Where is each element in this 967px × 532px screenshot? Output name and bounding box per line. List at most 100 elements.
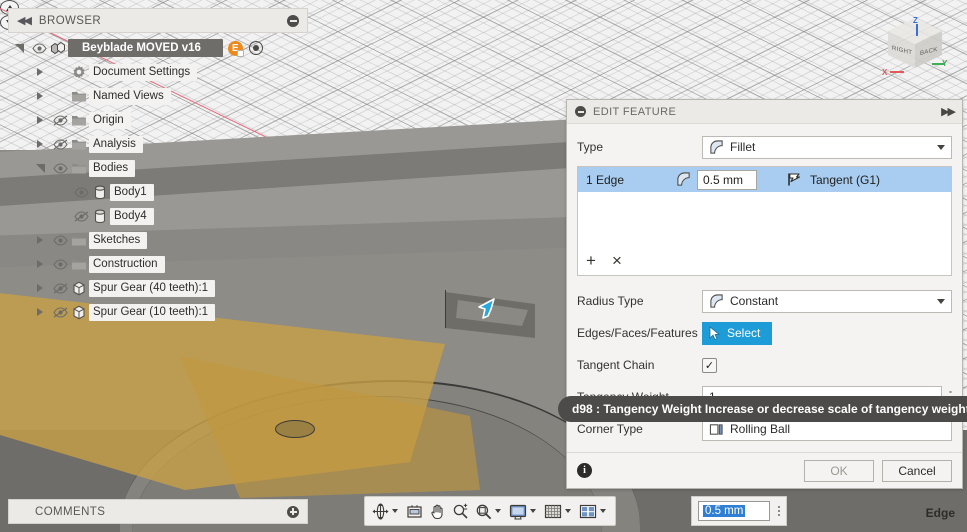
display-settings-icon[interactable] — [506, 498, 541, 524]
viewcube-z-axis-line — [916, 24, 918, 36]
radius-type-label: Radius Type — [577, 294, 644, 308]
remove-edge-button[interactable]: × — [612, 252, 622, 269]
edge-radius-group[interactable]: 0.5 mm — [676, 169, 757, 190]
double-right-chevron-icon[interactable]: ▶▶ — [941, 105, 956, 118]
chevron-right-icon[interactable] — [29, 116, 51, 124]
tree-item-label: Sketches — [89, 231, 148, 249]
edge-radius-input[interactable]: 0.5 mm — [697, 169, 757, 190]
edge-list-item[interactable]: 1 Edge 0.5 mm Tangent (G1) — [578, 167, 951, 192]
zoom-window-caret-icon[interactable] — [495, 509, 501, 513]
comments-panel-header[interactable]: COMMENTS — [8, 499, 308, 524]
tree-item-named-views[interactable]: Named Views — [8, 84, 308, 108]
tree-item-analysis[interactable]: Analysis — [8, 132, 308, 156]
select-button-label: Select — [727, 326, 761, 340]
tree-item-beyblade-moved-v16[interactable]: Beyblade MOVED v16 E — [8, 36, 308, 60]
eye-icon[interactable] — [51, 162, 69, 174]
browser-title: BROWSER — [38, 14, 102, 27]
ok-button[interactable]: OK — [804, 459, 874, 482]
tree-item-body1[interactable]: Body1 — [8, 180, 308, 204]
edge-selection-list[interactable]: 1 Edge 0.5 mm Tangent (G1) + × — [577, 166, 952, 276]
tree-item-spur-gear-10-teeth-1[interactable]: Spur Gear (10 teeth):1 — [8, 300, 308, 324]
dimension-input[interactable]: 0.5 mm — [698, 501, 770, 521]
model-hole — [275, 420, 315, 438]
edge-continuity-value: Tangent (G1) — [810, 172, 881, 187]
minus-circle-icon[interactable] — [575, 106, 586, 117]
tree-item-spur-gear-40-teeth-1[interactable]: Spur Gear (40 teeth):1 — [8, 276, 308, 300]
look-at-icon[interactable] — [403, 498, 426, 524]
tree-item-bodies[interactable]: Bodies — [8, 156, 308, 180]
fillet-icon — [677, 172, 690, 186]
orbit-caret-icon[interactable] — [392, 509, 398, 513]
eye-off-icon[interactable] — [51, 306, 69, 318]
selection-row: Edges/Faces/Features Select — [577, 318, 952, 348]
type-value: Fillet — [730, 140, 756, 154]
cancel-button[interactable]: Cancel — [882, 459, 952, 482]
eye-off-icon[interactable] — [51, 114, 69, 126]
eye-icon[interactable] — [51, 258, 69, 270]
tree-item-label: Body1 — [110, 183, 154, 201]
rolling-ball-icon — [709, 423, 723, 435]
chevron-down-icon[interactable] — [8, 43, 30, 53]
browser-panel-header[interactable]: ◀◀ BROWSER — [8, 8, 308, 33]
tree-item-body4[interactable]: Body4 — [8, 204, 308, 228]
select-button[interactable]: Select — [702, 321, 773, 345]
chevron-right-icon[interactable] — [29, 308, 51, 316]
add-edge-button[interactable]: + — [586, 252, 596, 269]
type-dropdown[interactable]: Fillet — [702, 135, 952, 159]
chevron-right-icon[interactable] — [29, 140, 51, 148]
display-settings-caret-icon[interactable] — [530, 509, 536, 513]
grid-snap-icon[interactable] — [541, 498, 576, 524]
minus-circle-icon[interactable] — [287, 14, 299, 27]
tooltip: d98 : Tangency Weight Increase or decrea… — [558, 396, 967, 422]
eye-icon[interactable] — [72, 186, 90, 198]
viewcube[interactable]: RIGHT BACK Z X Y — [880, 16, 952, 90]
double-left-chevron-icon[interactable]: ◀◀ — [17, 14, 32, 27]
tree-item-sketches[interactable]: Sketches — [8, 228, 308, 252]
eye-off-icon[interactable] — [51, 138, 69, 150]
viewports-icon[interactable] — [576, 498, 611, 524]
chevron-down-icon[interactable] — [937, 298, 945, 304]
grid-snap-caret-icon[interactable] — [565, 509, 571, 513]
dimension-value[interactable]: 0.5 mm — [703, 505, 746, 517]
gear-icon — [69, 65, 89, 79]
chevron-down-icon[interactable] — [29, 163, 51, 173]
tree-item-document-settings[interactable]: Document Settings — [8, 60, 308, 84]
chevron-right-icon[interactable] — [29, 236, 51, 244]
viewcube-x-label: X — [882, 68, 888, 77]
eye-icon[interactable] — [30, 42, 48, 54]
plus-circle-icon[interactable] — [287, 505, 299, 518]
orbit-icon[interactable] — [369, 498, 403, 524]
chevron-down-icon[interactable] — [937, 144, 945, 150]
tangent-chain-checkbox[interactable]: ✓ — [702, 357, 717, 373]
browser-tree: Beyblade MOVED v16 E Document Settings Name… — [8, 36, 308, 324]
edit-mode-badge[interactable]: E — [227, 40, 244, 57]
navigation-toolbar[interactable] — [364, 496, 616, 526]
type-label: Type — [577, 140, 604, 154]
drag-grip-icon[interactable] — [778, 506, 780, 516]
tree-item-construction[interactable]: Construction — [8, 252, 308, 276]
eye-off-icon[interactable] — [72, 210, 90, 222]
activate-component-radio[interactable] — [248, 41, 263, 55]
dialog-title-bar[interactable]: EDIT FEATURE ▶▶ — [567, 100, 962, 124]
cursor-arrow-icon — [478, 298, 495, 319]
chevron-right-icon[interactable] — [29, 68, 51, 76]
pan-hand-icon[interactable] — [426, 498, 449, 524]
eye-off-icon[interactable] — [51, 282, 69, 294]
selection-label: Edges/Faces/Features — [577, 326, 698, 340]
tree-item-label: Origin — [89, 111, 131, 129]
zoom-window-icon[interactable] — [472, 498, 506, 524]
chevron-right-icon[interactable] — [29, 260, 51, 268]
cursor-arrow-icon — [709, 325, 721, 340]
chevron-right-icon[interactable] — [29, 284, 51, 292]
edge-continuity-group[interactable]: Tangent (G1) — [787, 172, 880, 187]
eye-icon[interactable] — [51, 234, 69, 246]
viewports-caret-icon[interactable] — [600, 509, 606, 513]
dimension-input-container[interactable]: 0.5 mm — [691, 496, 787, 526]
tree-item-origin[interactable]: Origin — [8, 108, 308, 132]
zoom-plus-minus-icon[interactable] — [449, 498, 472, 524]
info-icon[interactable]: i — [577, 463, 592, 478]
chevron-right-icon[interactable] — [29, 92, 51, 100]
status-text: Edge — [925, 506, 955, 520]
folder-icon — [69, 234, 89, 247]
radius-type-dropdown[interactable]: Constant — [702, 289, 952, 313]
